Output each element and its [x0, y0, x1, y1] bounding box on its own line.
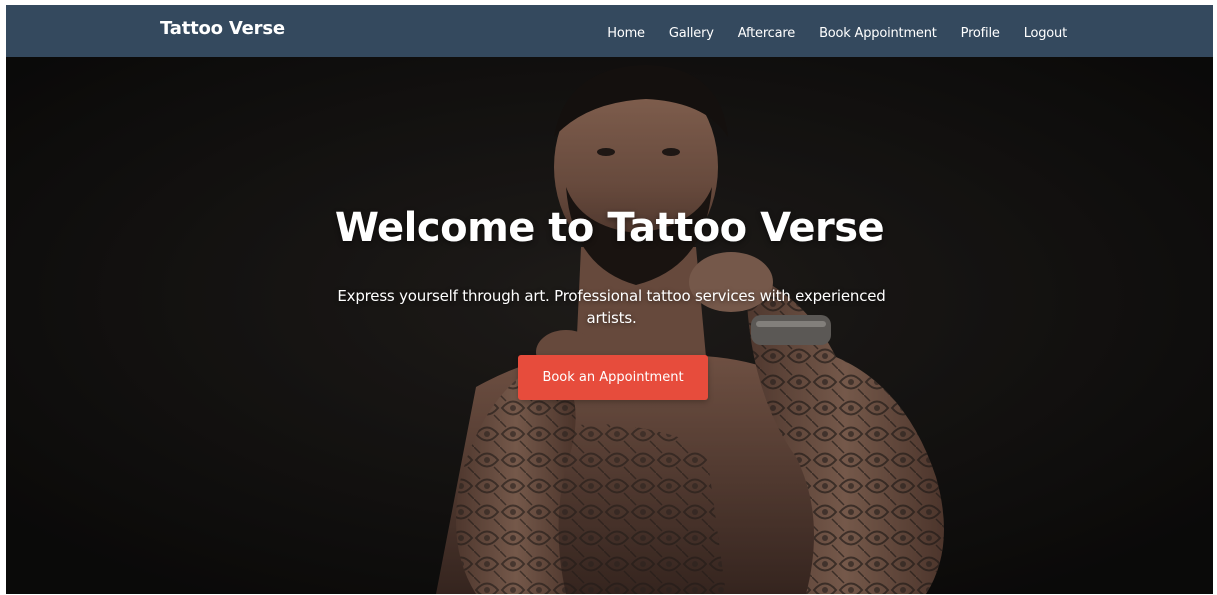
- nav-links: Home Gallery Aftercare Book Appointment …: [607, 5, 1067, 57]
- navbar: Tattoo Verse Home Gallery Aftercare Book…: [6, 5, 1213, 57]
- page: Tattoo Verse Home Gallery Aftercare Book…: [6, 5, 1213, 594]
- hero-content: Welcome to Tattoo Verse Express yourself…: [6, 57, 1213, 594]
- nav-item-logout: Logout: [1024, 22, 1068, 41]
- hero-subtitle: Express yourself through art. Profession…: [337, 287, 886, 327]
- nav-item-gallery: Gallery: [669, 22, 714, 41]
- nav-item-profile: Profile: [961, 22, 1000, 41]
- hero-section: Welcome to Tattoo Verse Express yourself…: [6, 57, 1213, 594]
- nav-item-aftercare: Aftercare: [738, 22, 796, 41]
- nav-item-book-appointment: Book Appointment: [819, 22, 937, 41]
- nav-link-gallery[interactable]: Gallery: [669, 26, 714, 41]
- nav-link-book-appointment[interactable]: Book Appointment: [819, 26, 937, 41]
- brand-logo[interactable]: Tattoo Verse: [160, 18, 285, 39]
- book-appointment-button[interactable]: Book an Appointment: [518, 355, 708, 400]
- nav-link-home[interactable]: Home: [607, 26, 645, 41]
- hero-title: Welcome to Tattoo Verse: [334, 205, 885, 251]
- nav-item-home: Home: [607, 22, 645, 41]
- nav-link-aftercare[interactable]: Aftercare: [738, 26, 796, 41]
- nav-link-profile[interactable]: Profile: [961, 26, 1000, 41]
- nav-link-logout[interactable]: Logout: [1024, 26, 1068, 41]
